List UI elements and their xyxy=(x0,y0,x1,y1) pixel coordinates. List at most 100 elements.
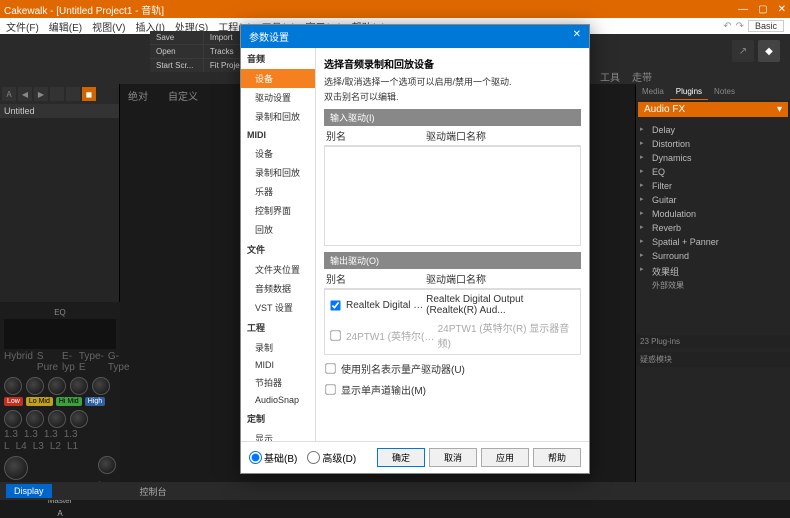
tb-save[interactable]: Save xyxy=(150,31,203,44)
output-row-2[interactable]: 24PTW1 (英特尔(R) 显示器音频) 24PTW1 (英特尔(R) 显示器… xyxy=(327,318,578,352)
dialog-close-icon[interactable]: ✕ xyxy=(573,29,581,44)
check-alias[interactable]: 使用别名表示量产驱动器(U) xyxy=(324,361,581,376)
nav-custom-display[interactable]: 显示 xyxy=(241,429,315,441)
nav-file-vst[interactable]: VST 设置 xyxy=(241,298,315,317)
track-name[interactable]: Untitled xyxy=(0,104,119,118)
menu-file[interactable]: 文件(F) xyxy=(6,19,39,34)
tree-external[interactable]: 外部效果 xyxy=(640,280,786,291)
tab-media[interactable]: Media xyxy=(636,84,670,100)
tree-filter[interactable]: Filter xyxy=(640,179,786,193)
nav-proj-record[interactable]: 录制 xyxy=(241,338,315,357)
output-check-1[interactable] xyxy=(330,300,340,310)
l0[interactable]: L xyxy=(4,441,10,452)
band-lomid[interactable]: Lo Mid xyxy=(26,397,53,406)
band-high[interactable]: High xyxy=(85,397,105,406)
nav-audio-playback[interactable]: 录制和回放 xyxy=(241,107,315,126)
knob-4[interactable] xyxy=(70,377,88,395)
tree-uncategorized[interactable]: 效果组 xyxy=(640,263,786,280)
maximize-icon[interactable]: ▢ xyxy=(758,4,767,15)
radio-advanced[interactable]: 高级(D) xyxy=(307,450,356,465)
nav-audio-driver[interactable]: 驱动设置 xyxy=(241,88,315,107)
tree-modulation[interactable]: Modulation xyxy=(640,207,786,221)
workspace-combo[interactable]: Basic xyxy=(748,20,784,32)
check-alias-box[interactable] xyxy=(325,363,335,373)
nav-proj-audiosnap[interactable]: AudioSnap xyxy=(241,392,315,408)
radio-basic-input[interactable] xyxy=(249,451,262,464)
console-label[interactable]: 控制台 xyxy=(140,485,167,498)
radio-advanced-input[interactable] xyxy=(307,451,320,464)
l2[interactable]: L3 xyxy=(33,441,44,452)
menu-edit[interactable]: 编辑(E) xyxy=(49,19,82,34)
knob-3[interactable] xyxy=(48,377,66,395)
display-button[interactable]: Display xyxy=(6,484,52,498)
l1[interactable]: L4 xyxy=(16,441,27,452)
input-drivers-list[interactable] xyxy=(324,146,581,246)
nav-midi-devices[interactable]: 设备 xyxy=(241,144,315,163)
band-himid[interactable]: Hi Mid xyxy=(56,397,82,406)
cell-sp2[interactable] xyxy=(66,87,80,101)
redo-icon[interactable]: ↷ xyxy=(736,21,744,32)
knob-1[interactable] xyxy=(4,377,22,395)
help-button[interactable]: 帮助 xyxy=(533,448,581,467)
tab-notes[interactable]: Notes xyxy=(708,84,741,100)
hybrid-1[interactable]: S Pure xyxy=(37,351,58,373)
cell-a[interactable]: A xyxy=(2,87,16,101)
ok-button[interactable]: 确定 xyxy=(377,448,425,467)
apply-button[interactable]: 应用 xyxy=(481,448,529,467)
export-icon[interactable]: ↗ xyxy=(732,40,754,62)
marker-icon[interactable]: ◆ xyxy=(758,40,780,62)
tree-guitar[interactable]: Guitar xyxy=(640,193,786,207)
tb-open[interactable]: Open xyxy=(150,45,203,58)
check-mono[interactable]: 显示单声道输出(M) xyxy=(324,382,581,397)
sort-module[interactable]: 疑惑模块 xyxy=(636,352,790,367)
audio-fx-header[interactable]: Audio FX ▾ xyxy=(638,102,788,117)
knob-gloss[interactable] xyxy=(98,456,116,474)
hybrid-0[interactable]: Hybrid xyxy=(4,351,33,373)
tb-startscr[interactable]: Start Scr... xyxy=(150,59,203,72)
nav-midi-control[interactable]: 控制界面 xyxy=(241,201,315,220)
output-row-1[interactable]: Realtek Digital Output (Realtek(R) A... … xyxy=(327,292,578,318)
menu-view[interactable]: 视图(V) xyxy=(92,19,125,34)
nav-proj-metronome[interactable]: 节拍器 xyxy=(241,373,315,392)
nav-file-folders[interactable]: 文件夹位置 xyxy=(241,260,315,279)
nav-midi-playback[interactable]: 录制和回放 xyxy=(241,163,315,182)
tree-reverb[interactable]: Reverb xyxy=(640,221,786,235)
hybrid-4[interactable]: G-Type xyxy=(108,351,130,373)
cell-record[interactable]: ◼ xyxy=(82,87,96,101)
tab-plugins[interactable]: Plugins xyxy=(670,84,708,100)
cell-prev[interactable]: ◀ xyxy=(18,87,32,101)
tree-surround[interactable]: Surround xyxy=(640,249,786,263)
band-low[interactable]: Low xyxy=(4,397,23,406)
hybrid-3[interactable]: Type-E xyxy=(79,351,104,373)
nav-midi-play[interactable]: 回放 xyxy=(241,220,315,239)
nav-midi-instruments[interactable]: 乐器 xyxy=(241,182,315,201)
knob-b1[interactable] xyxy=(4,410,22,428)
check-mono-box[interactable] xyxy=(325,384,335,394)
tree-eq[interactable]: EQ xyxy=(640,165,786,179)
tree-spatial[interactable]: Spatial + Panner xyxy=(640,235,786,249)
cell-sp1[interactable] xyxy=(50,87,64,101)
l3[interactable]: L2 xyxy=(50,441,61,452)
cancel-button[interactable]: 取消 xyxy=(429,448,477,467)
arrange-mode[interactable]: 绝对 xyxy=(128,88,148,103)
undo-icon[interactable]: ↶ xyxy=(723,21,731,32)
minimize-icon[interactable]: — xyxy=(738,4,748,15)
knob-hp[interactable] xyxy=(4,456,28,480)
tree-dynamics[interactable]: Dynamics xyxy=(640,151,786,165)
radio-basic[interactable]: 基础(B) xyxy=(249,450,297,465)
output-check-2[interactable] xyxy=(330,330,340,340)
eq-display[interactable] xyxy=(4,319,116,349)
l4[interactable]: L1 xyxy=(67,441,78,452)
knob-b4[interactable] xyxy=(70,410,88,428)
knob-5[interactable] xyxy=(92,377,110,395)
tree-delay[interactable]: Delay xyxy=(640,123,786,137)
nav-proj-midi[interactable]: MIDI xyxy=(241,357,315,373)
tree-distortion[interactable]: Distortion xyxy=(640,137,786,151)
knob-b3[interactable] xyxy=(48,410,66,428)
hybrid-2[interactable]: E-lyp xyxy=(62,351,75,373)
nav-file-audiodata[interactable]: 音频数据 xyxy=(241,279,315,298)
nav-audio-devices[interactable]: 设备 xyxy=(241,69,315,88)
close-icon[interactable]: ✕ xyxy=(778,4,786,15)
knob-2[interactable] xyxy=(26,377,44,395)
knob-b2[interactable] xyxy=(26,410,44,428)
